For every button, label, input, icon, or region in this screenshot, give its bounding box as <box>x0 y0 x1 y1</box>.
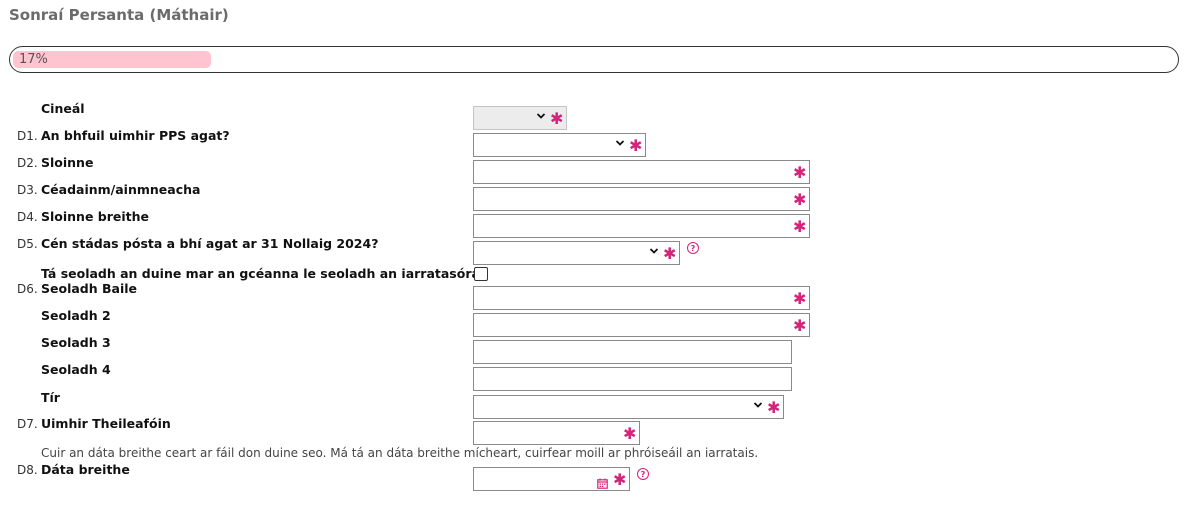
date-of-birth-input[interactable]: ✱ <box>473 467 630 491</box>
row-d2: D2. Sloinne ✱ <box>0 154 1190 184</box>
label-pps: An bhfuil uimhir PPS agat? <box>41 128 230 143</box>
help-icon[interactable]: ? <box>687 242 699 254</box>
chevron-down-icon <box>753 400 763 410</box>
same-address-checkbox[interactable] <box>474 267 488 281</box>
label-address-2: Seoladh 2 <box>41 308 111 323</box>
row-country: Tír ✱ <box>0 389 1190 419</box>
required-asterisk-icon: ✱ <box>550 109 564 128</box>
label-telephone: Uimhir Theileafóin <box>41 416 171 431</box>
chevron-down-icon <box>536 111 546 121</box>
label-same-address: Tá seoladh an duine mar an gcéanna le se… <box>41 266 485 281</box>
dob-note: Cuir an dáta breithe ceart ar fáil don d… <box>41 446 759 460</box>
page-title: Sonraí Persanta (Máthair) <box>9 6 229 24</box>
question-number: D4. <box>17 210 38 224</box>
label-home-address: Seoladh Baile <box>41 281 137 296</box>
calendar-icon[interactable] <box>597 474 608 493</box>
row-d1: D1. An bhfuil uimhir PPS agat? ✱ <box>0 127 1190 157</box>
row-d7: D7. Uimhir Theileafóin ✱ <box>0 415 1190 445</box>
question-number: D8. <box>17 463 38 477</box>
row-d3: D3. Céadainm/ainmneacha ✱ <box>0 181 1190 211</box>
question-number: D7. <box>17 417 38 431</box>
required-asterisk-icon: ✱ <box>793 316 807 335</box>
question-number: D6. <box>17 282 38 296</box>
required-asterisk-icon: ✱ <box>793 163 807 182</box>
address-4-input[interactable] <box>473 367 792 391</box>
label-cineal: Cineál <box>41 101 85 116</box>
label-marital-status: Cén stádas pósta a bhí agat ar 31 Nollai… <box>41 236 379 251</box>
row-address-3: Seoladh 3 <box>0 334 1190 364</box>
label-first-names: Céadainm/ainmneacha <box>41 182 201 197</box>
label-country: Tír <box>41 390 60 405</box>
question-number: D3. <box>17 183 38 197</box>
required-asterisk-icon: ✱ <box>663 244 677 263</box>
help-icon[interactable]: ? <box>637 468 649 480</box>
question-number: D1. <box>17 129 38 143</box>
label-date-of-birth: Dáta breithe <box>41 462 130 477</box>
row-d8: D8. Dáta breithe ✱ ? <box>0 461 1190 491</box>
row-address-4: Seoladh 4 <box>0 361 1190 391</box>
label-birth-surname: Sloinne breithe <box>41 209 150 224</box>
label-address-4: Seoladh 4 <box>41 362 111 377</box>
required-asterisk-icon: ✱ <box>623 424 637 443</box>
chevron-down-icon <box>615 138 625 148</box>
label-address-3: Seoladh 3 <box>41 335 111 350</box>
progress-bar: 17% <box>9 46 1179 73</box>
required-asterisk-icon: ✱ <box>793 217 807 236</box>
label-surname: Sloinne <box>41 155 94 170</box>
question-number: D2. <box>17 156 38 170</box>
required-asterisk-icon: ✱ <box>629 136 643 155</box>
telephone-input[interactable]: ✱ <box>473 421 640 445</box>
progress-label: 17% <box>19 52 48 67</box>
required-asterisk-icon: ✱ <box>793 289 807 308</box>
row-d6: D6. Seoladh Baile ✱ <box>0 280 1190 310</box>
row-address-2: Seoladh 2 ✱ <box>0 307 1190 337</box>
marital-status-select[interactable]: ✱ <box>473 241 680 265</box>
row-cineal: Cineál ✱ <box>0 100 1190 130</box>
question-number: D5. <box>17 237 38 251</box>
row-d4: D4. Sloinne breithe ✱ <box>0 208 1190 238</box>
required-asterisk-icon: ✱ <box>793 190 807 209</box>
required-asterisk-icon: ✱ <box>613 470 627 489</box>
chevron-down-icon <box>649 246 659 256</box>
row-d5: D5. Cén stádas pósta a bhí agat ar 31 No… <box>0 235 1190 265</box>
